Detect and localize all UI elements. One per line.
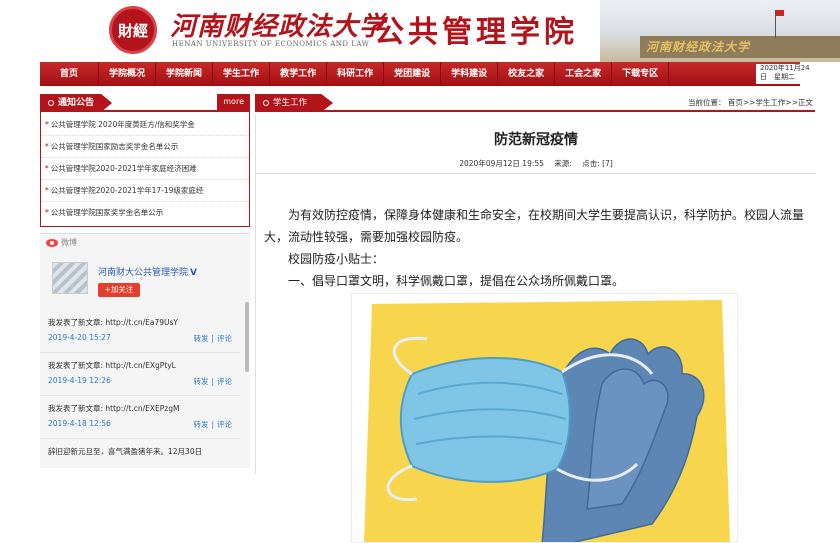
list-item: 我发表了新文章: http://t.cn/EXEPzgM 2019-4-18 1…	[40, 396, 240, 439]
notice-item[interactable]: * 公共管理学院 2020年度黄廷方/信和奖学金	[41, 114, 249, 136]
article-paragraph: 为有效防控疫情，保障身体健康和生命安全，在校期间大学生要提高认识，科学防护。校园…	[264, 208, 805, 244]
nav-item-research[interactable]: 科研工作	[327, 62, 385, 86]
weibo-account-name[interactable]: 河南财大公共管理学院 V	[98, 265, 197, 278]
article-meta: 2020年09月12日 19:55 来源: 点击: [7]	[256, 158, 816, 174]
nav-item-union[interactable]: 工会之家	[555, 62, 613, 86]
notice-item[interactable]: * 公共管理学院国家励志奖学金名单公示	[41, 136, 249, 158]
circle-icon	[263, 99, 269, 106]
university-seal-logo[interactable]: 財經	[109, 6, 157, 54]
comment-link[interactable]: 评论	[217, 420, 232, 429]
breadcrumb[interactable]: 当前位置： 首页>>学生工作>>正文	[688, 97, 813, 108]
asterisk-icon: *	[45, 142, 49, 151]
weibo-post-text[interactable]: 我发表了新文章: http://t.cn/EXEPzgM	[48, 396, 232, 414]
circle-icon	[48, 99, 54, 106]
notice-list: * 公共管理学院 2020年度黄廷方/信和奖学金 * 公共管理学院国家励志奖学金名单…	[40, 112, 250, 227]
source-label: 来源:	[554, 159, 572, 168]
repost-link[interactable]: 转发	[193, 334, 208, 343]
repost-link[interactable]: 转发	[193, 377, 208, 386]
nav-item-news[interactable]: 学院新闻	[156, 62, 214, 86]
nav-item-student-work[interactable]: 学生工作	[213, 62, 271, 86]
list-item: 我发表了新文章: http://t.cn/Ea79UsY 2019-4-20 1…	[40, 310, 240, 353]
list-item: 我发表了新文章: http://t.cn/EXgPtyL 2019-4-19 1…	[40, 353, 240, 396]
site-header: 財經 河南财经政法大学 HENAN UNIVERSITY OF ECONOMIC…	[0, 0, 840, 62]
notice-item[interactable]: * 公共管理学院2020-2021学年17-19级家庭经	[41, 180, 249, 202]
nav-item-alumni[interactable]: 校友之家	[498, 62, 556, 86]
nav-item-downloads[interactable]: 下载专区	[612, 62, 670, 86]
asterisk-icon: *	[45, 164, 49, 173]
weibo-post-text[interactable]: 辞旧迎新元旦至，喜气满盈猪年来。12月30日	[48, 439, 232, 457]
weibo-post-date: 2019-4-19 12:26	[48, 376, 111, 385]
left-sidebar: 通知公告 more * 公共管理学院 2020年度黄廷方/信和奖学金 * 公共管理学…	[40, 94, 250, 468]
campus-gate-banner: 河南财经政法大学	[600, 0, 840, 62]
article: 防范新冠疫情 2020年09月12日 19:55 来源: 点击: [7] 为有效…	[255, 114, 816, 543]
page-title: 防范新冠疫情	[494, 132, 578, 148]
notice-panel-header: 通知公告 more	[40, 94, 250, 112]
current-date: 2020年11月24 日 星期二	[756, 64, 840, 84]
weibo-icon	[46, 238, 58, 247]
weibo-post-text[interactable]: 我发表了新文章: http://t.cn/EXgPtyL	[48, 353, 232, 371]
verified-badge-icon: V	[190, 268, 197, 278]
main-content: 学生工作 当前位置： 首页>>学生工作>>正文 防范新冠疫情 2020年09月1…	[255, 94, 816, 543]
asterisk-icon: *	[45, 120, 49, 129]
asterisk-icon: *	[45, 208, 49, 217]
notice-item[interactable]: * 公共管理学院国家奖学金名单公示	[41, 202, 249, 224]
mask-gloves-icon	[352, 294, 737, 542]
repost-link[interactable]: 转发	[193, 420, 208, 429]
article-body: 为有效防控疫情，保障身体健康和生命安全，在校期间大学生要提高认识，科学防护。校园…	[264, 204, 812, 292]
notice-item[interactable]: * 公共管理学院2020-2021学年家庭经济困难	[41, 158, 249, 180]
nav-item-teaching[interactable]: 教学工作	[270, 62, 328, 86]
mask-gloves-illustration	[351, 293, 738, 543]
clicks-label: 点击:	[582, 159, 600, 168]
date-line-2: 日 星期二	[760, 73, 795, 81]
notice-panel-title: 通知公告	[58, 98, 95, 108]
weibo-scrollbar[interactable]	[245, 302, 249, 372]
asterisk-icon: *	[45, 186, 49, 195]
avatar[interactable]	[52, 262, 88, 294]
college-name: 公共管理学院	[374, 15, 578, 50]
weibo-post-text[interactable]: 我发表了新文章: http://t.cn/Ea79UsY	[48, 310, 232, 328]
weibo-label: 微博	[61, 238, 77, 247]
date-line-1: 2020年11月24	[760, 64, 810, 72]
section-tab: 学生工作	[255, 94, 334, 112]
weibo-post-date: 2019-4-18 12:56	[48, 419, 111, 428]
notice-more-link[interactable]: more	[217, 94, 250, 110]
notice-panel-tab: 通知公告	[40, 94, 113, 112]
seal-text: 財經	[117, 21, 148, 40]
nav-item-discipline[interactable]: 学科建设	[441, 62, 499, 86]
gate-inscription: 河南财经政法大学	[646, 40, 751, 54]
weibo-post-date: 2019-4-20 15:27	[48, 333, 111, 342]
article-paragraph: 一、倡导口罩文明，科学佩戴口罩，提倡在公众场所佩戴口罩。	[288, 274, 625, 288]
main-nav: 首页 学院概况 学院新闻 学生工作 教学工作 科研工作 党团建设 学科建设 校友…	[40, 62, 800, 86]
list-item: 辞旧迎新元旦至，喜气满盈猪年来。12月30日	[40, 439, 240, 468]
section-tab-label: 学生工作	[273, 98, 308, 108]
section-header: 学生工作 当前位置： 首页>>学生工作>>正文	[255, 94, 815, 112]
comment-link[interactable]: 评论	[217, 377, 232, 386]
nav-item-party[interactable]: 党团建设	[384, 62, 442, 86]
nav-item-overview[interactable]: 学院概况	[99, 62, 157, 86]
comment-link[interactable]: 评论	[217, 334, 232, 343]
weibo-widget: 微博 河南财大公共管理学院 V +加关注 我发表了新文章: http://t.cn…	[40, 233, 250, 468]
weibo-header: 微博	[40, 234, 250, 252]
university-name-cn: 河南财经政法大学	[170, 12, 387, 42]
nav-item-home[interactable]: 首页	[40, 62, 100, 86]
flag-icon	[776, 10, 784, 16]
follow-button[interactable]: +加关注	[98, 283, 140, 297]
weibo-post-list: 我发表了新文章: http://t.cn/Ea79UsY 2019-4-20 1…	[40, 310, 240, 468]
article-paragraph: 校园防疫小贴士：	[288, 252, 385, 266]
click-count: [7]	[602, 159, 613, 168]
university-name-en: HENAN UNIVERSITY OF ECONOMICS AND LAW	[172, 40, 370, 48]
article-date: 2020年09月12日 19:55	[459, 159, 544, 168]
